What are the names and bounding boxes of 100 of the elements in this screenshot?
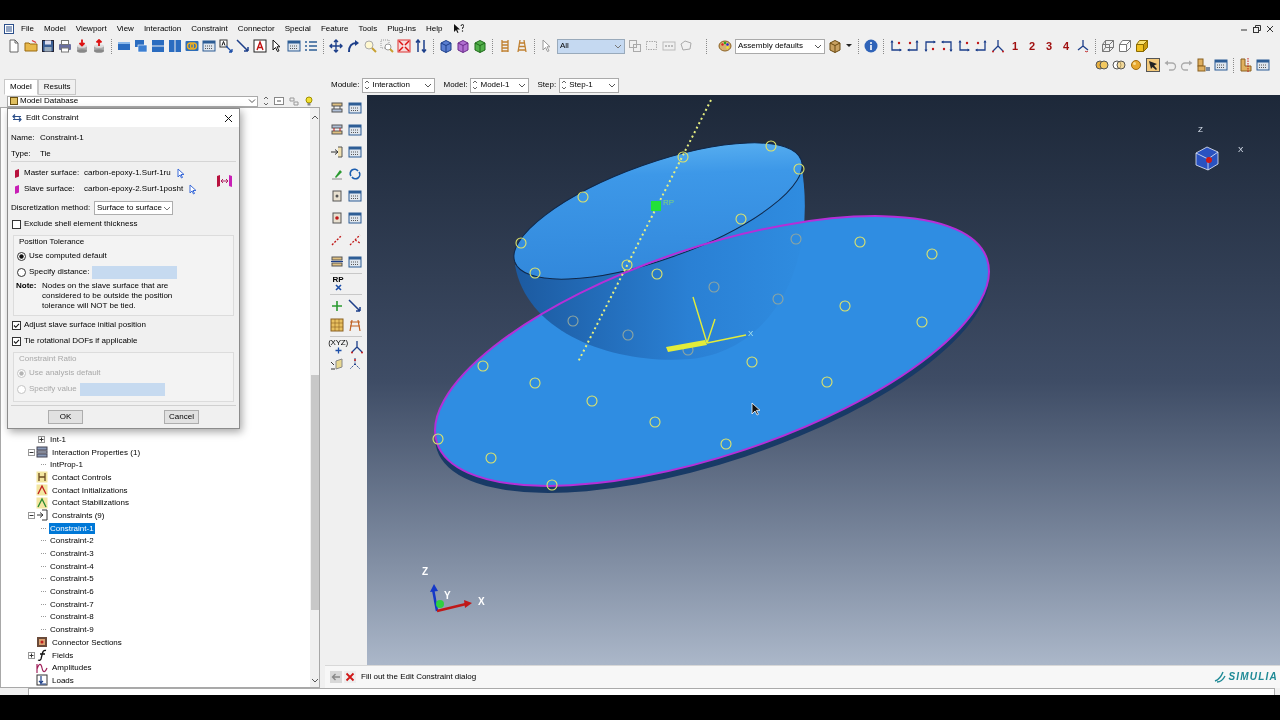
dialog-button[interactable]: Cancel [164, 410, 199, 424]
light-bulb-icon[interactable] [304, 96, 314, 106]
tree-item[interactable]: Amplitudes [51, 662, 93, 674]
menu-item[interactable]: Plug-ins [387, 24, 417, 33]
tree-item[interactable]: Int-1 [49, 433, 67, 445]
tree-item[interactable]: IntProp-1 [49, 459, 84, 471]
axis-view-icon[interactable] [940, 39, 954, 53]
linked-rings-icon[interactable] [185, 39, 199, 53]
stacked-windows-icon[interactable] [151, 39, 165, 53]
swap-surfaces-icon[interactable] [216, 173, 233, 189]
grid-tile-icon[interactable] [330, 318, 344, 332]
diagonal-arrow-icon[interactable] [348, 299, 362, 313]
plane-arrow-icon[interactable] [330, 357, 344, 371]
menu-item[interactable]: Viewport [75, 24, 107, 33]
move-arrows-icon[interactable] [329, 39, 343, 53]
menu-item[interactable]: Connector [237, 24, 275, 33]
window-icon[interactable] [348, 145, 362, 159]
menu-item[interactable]: File [21, 24, 34, 33]
expand-icon[interactable] [28, 651, 35, 659]
window-icon[interactable] [202, 39, 216, 53]
pick-pointer-icon[interactable] [189, 183, 198, 195]
menu-item[interactable]: Tools [358, 24, 378, 33]
tree-item[interactable]: Connector Sections [51, 636, 123, 648]
radio-button[interactable] [17, 251, 26, 261]
menu-item[interactable]: Special [284, 24, 311, 33]
cube-icon[interactable] [473, 39, 487, 53]
dot-box-icon[interactable] [330, 189, 344, 203]
tree-item[interactable]: Interaction Properties (1) [51, 446, 142, 458]
window-icon[interactable] [1256, 58, 1270, 72]
up-down-arrows-icon[interactable] [414, 39, 428, 53]
axis-view-icon[interactable] [906, 39, 920, 53]
tree-item[interactable]: Constraint-1 [49, 522, 95, 534]
cylinder-arrow-icon[interactable] [92, 39, 106, 53]
view-number-button[interactable]: 3 [1042, 38, 1056, 54]
selection-dropdown[interactable]: All [557, 38, 625, 54]
radio-button[interactable] [17, 267, 26, 277]
view-number-button[interactable]: 2 [1025, 38, 1039, 54]
tree-item[interactable]: Loads [51, 674, 75, 686]
tree-item[interactable]: Constraint-2 [49, 535, 95, 547]
frame-lines-icon[interactable] [348, 318, 362, 332]
dialog-button[interactable]: OK [48, 410, 83, 424]
menu-item[interactable]: Feature [320, 24, 349, 33]
side-windows-icon[interactable] [168, 39, 182, 53]
pick-pointer-icon[interactable] [176, 167, 185, 179]
l-shape-icon[interactable] [1239, 58, 1253, 72]
tree-item[interactable]: Constraint-9 [49, 624, 95, 636]
scroll-up-icon[interactable] [310, 114, 319, 122]
diagonal-arrow-icon[interactable] [236, 39, 250, 53]
discretization-dropdown[interactable]: Surface to surface [94, 201, 173, 215]
tree-item[interactable]: Constraint-8 [49, 611, 95, 623]
sphere-icon[interactable] [1129, 58, 1143, 72]
stacked-plates-icon[interactable] [330, 123, 344, 137]
forked-line-icon[interactable] [348, 233, 362, 247]
tree-item[interactable]: Contact Controls [51, 471, 113, 483]
pointer-tile-icon[interactable] [1146, 58, 1160, 72]
info-icon[interactable] [864, 39, 878, 53]
box-zoom-icon[interactable] [380, 39, 394, 53]
window-icon[interactable] [348, 255, 362, 269]
circular-arcs-icon[interactable] [348, 167, 362, 181]
stacked-plates-icon[interactable] [330, 101, 344, 115]
axis-view-icon[interactable] [889, 39, 903, 53]
new-file-icon[interactable] [7, 39, 21, 53]
rotate-arrow-icon[interactable] [346, 39, 360, 53]
close-icon[interactable] [1266, 24, 1274, 33]
view-number-button[interactable]: 1 [1008, 38, 1022, 54]
context-dropdown[interactable]: Model-1 [470, 77, 530, 93]
tree-item[interactable]: Constraint-4 [49, 560, 95, 572]
axis-view-icon[interactable] [974, 39, 988, 53]
checkbox[interactable] [12, 320, 21, 330]
x-mark-icon[interactable] [344, 671, 356, 683]
tree-item[interactable]: Constraint-7 [49, 598, 95, 610]
text-arrow-icon[interactable] [219, 39, 233, 53]
tree-item[interactable]: Contact Initializations [51, 484, 129, 496]
wireframe-cube-icon[interactable] [1101, 39, 1115, 53]
window-icon[interactable] [348, 211, 362, 225]
spinner-arrows-icon[interactable] [263, 96, 269, 106]
window-icon[interactable] [348, 123, 362, 137]
axis-view-icon[interactable] [923, 39, 937, 53]
minus-box-icon[interactable] [274, 96, 284, 106]
tree-item[interactable]: Constraint-3 [49, 548, 95, 560]
ladder-icon[interactable] [498, 39, 512, 53]
text-box-icon[interactable] [253, 39, 267, 53]
display-dropdown[interactable]: Assembly defaults [735, 38, 825, 54]
marker-pen-icon[interactable] [330, 167, 344, 181]
palette-icon[interactable] [718, 39, 732, 53]
axis-view-icon[interactable] [957, 39, 971, 53]
menu-item[interactable]: View [116, 24, 134, 33]
overlapping-circles-icon[interactable] [1112, 58, 1126, 72]
app-menu-icon[interactable] [4, 23, 14, 34]
menu-item[interactable]: Interaction [143, 24, 182, 33]
tree-item[interactable]: Fields [51, 649, 75, 661]
triad-icon[interactable] [350, 340, 364, 354]
stacked-plates-icon[interactable] [330, 255, 344, 269]
window-icon[interactable] [348, 189, 362, 203]
cube-outline-icon[interactable] [1118, 39, 1132, 53]
checkbox[interactable] [12, 336, 21, 346]
tree-item[interactable]: Contact Stabilizations [51, 497, 130, 509]
reference-point-tool[interactable]: RP [330, 276, 346, 291]
collapse-icon[interactable] [28, 511, 35, 519]
view-number-button[interactable]: 4 [1059, 38, 1073, 54]
